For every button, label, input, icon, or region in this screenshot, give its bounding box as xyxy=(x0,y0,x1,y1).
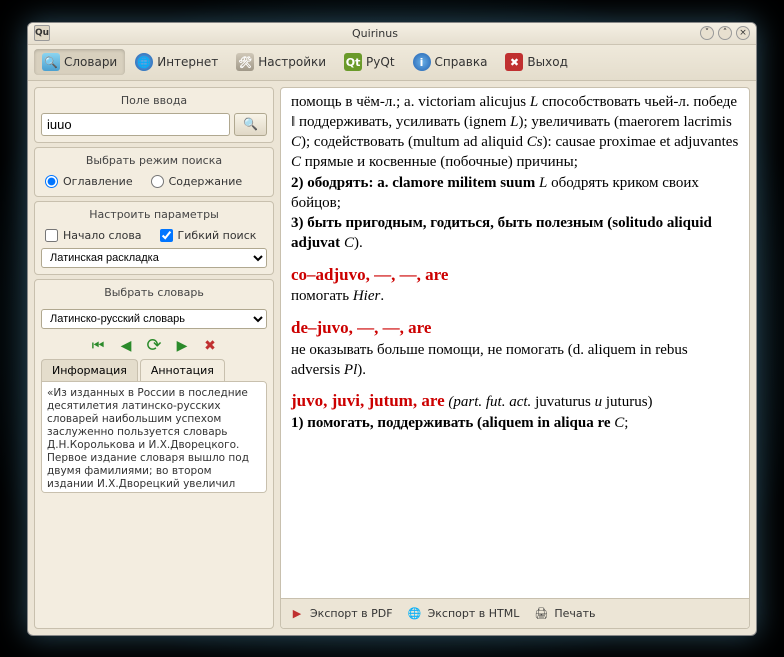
input-title: Поле ввода xyxy=(41,92,267,109)
exit-button[interactable]: ✖ Выход xyxy=(497,49,575,75)
wrench-icon: 🛠 xyxy=(236,53,254,71)
nav-reload-button[interactable]: ⟳ xyxy=(143,335,165,357)
close-button[interactable]: × xyxy=(736,26,750,40)
titlebar: Qu Quirinus ˅ ˄ × xyxy=(28,23,756,45)
mode-toc-radio[interactable]: Оглавление xyxy=(45,175,133,188)
headword: juvo, juvi, jutum, are (part. fut. act. … xyxy=(291,390,739,413)
search-button[interactable]: 🔍 xyxy=(234,113,267,136)
params-section: Настроить параметры Начало слова Гибкий … xyxy=(34,201,274,275)
help-button[interactable]: i Справка xyxy=(405,49,496,75)
export-pdf-button[interactable]: ▶Экспорт в PDF xyxy=(289,605,393,621)
mode-content-radio[interactable]: Содержание xyxy=(151,175,243,188)
params-title: Настроить параметры xyxy=(41,206,267,223)
internet-button[interactable]: 🌐 Интернет xyxy=(127,49,226,75)
tab-annotation[interactable]: Аннотация xyxy=(140,359,225,381)
globe-icon: 🌐 xyxy=(135,53,153,71)
app-window: Qu Quirinus ˅ ˄ × 🔍 Словари 🌐 Интернет 🛠… xyxy=(27,22,757,636)
label: Справка xyxy=(435,55,488,69)
nav-stop-button[interactable]: ✖ xyxy=(199,335,221,357)
info-icon: i xyxy=(413,53,431,71)
pdf-icon: ▶ xyxy=(289,605,305,621)
label: Настройки xyxy=(258,55,326,69)
pyqt-button[interactable]: Qt PyQt xyxy=(336,49,403,75)
app-icon: Qu xyxy=(34,25,50,41)
param-flex-check[interactable]: Гибкий поиск xyxy=(160,229,257,242)
annotation-text[interactable]: «Из изданных в России в последние десяти… xyxy=(41,381,267,493)
headword: co–adjuvo, —, —, are xyxy=(291,264,739,287)
article-view[interactable]: помощь в чём-л.; a. victoriam alicujus L… xyxy=(281,88,749,598)
dict-title: Выбрать словарь xyxy=(41,284,267,301)
window-title: Quirinus xyxy=(50,27,700,40)
content-pane: помощь в чём-л.; a. victoriam alicujus L… xyxy=(280,87,750,629)
maximize-button[interactable]: ˄ xyxy=(718,26,732,40)
dict-select[interactable]: Латинско-русский словарь xyxy=(41,309,267,329)
label: PyQt xyxy=(366,55,395,69)
magnifier-icon: 🔍 xyxy=(42,53,60,71)
nav-first-button[interactable]: ⏮ xyxy=(87,335,109,357)
export-html-button[interactable]: 🌐Экспорт в HTML xyxy=(407,605,520,621)
main-toolbar: 🔍 Словари 🌐 Интернет 🛠 Настройки Qt PyQt… xyxy=(28,45,756,81)
nav-next-button[interactable]: ▶ xyxy=(171,335,193,357)
minimize-button[interactable]: ˅ xyxy=(700,26,714,40)
nav-prev-button[interactable]: ◀ xyxy=(115,335,137,357)
label: Интернет xyxy=(157,55,218,69)
magnifier-icon: 🔍 xyxy=(243,117,258,131)
html-icon: 🌐 xyxy=(407,605,423,621)
exit-icon: ✖ xyxy=(505,53,523,71)
mode-section: Выбрать режим поиска Оглавление Содержан… xyxy=(34,147,274,197)
dict-section: Выбрать словарь Латинско-русский словарь… xyxy=(34,279,274,629)
tab-info[interactable]: Информация xyxy=(41,359,138,381)
headword: de–juvo, —, —, are xyxy=(291,317,739,340)
label: Выход xyxy=(527,55,567,69)
search-input[interactable] xyxy=(41,113,230,136)
printer-icon: 🖨 xyxy=(533,605,549,621)
mode-title: Выбрать режим поиска xyxy=(41,152,267,169)
layout-select[interactable]: Латинская раскладка xyxy=(41,248,267,268)
settings-button[interactable]: 🛠 Настройки xyxy=(228,49,334,75)
print-button[interactable]: 🖨Печать xyxy=(533,605,595,621)
label: Словари xyxy=(64,55,117,69)
qt-icon: Qt xyxy=(344,53,362,71)
param-start-check[interactable]: Начало слова xyxy=(45,229,142,242)
dictionaries-button[interactable]: 🔍 Словари xyxy=(34,49,125,75)
input-section: Поле ввода 🔍 xyxy=(34,87,274,143)
export-bar: ▶Экспорт в PDF 🌐Экспорт в HTML 🖨Печать xyxy=(281,598,749,628)
sidebar: Поле ввода 🔍 Выбрать режим поиска Оглавл… xyxy=(28,81,280,635)
